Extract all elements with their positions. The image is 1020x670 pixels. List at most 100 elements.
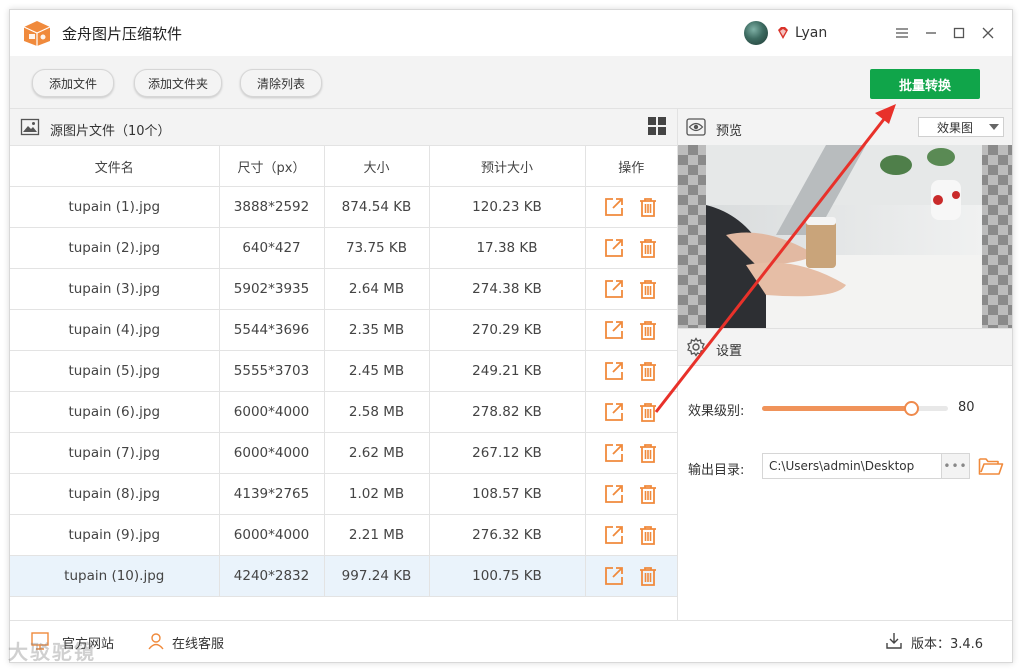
table-header-row: 文件名 尺寸（px） 大小 预计大小 操作 xyxy=(10,145,677,187)
slider-thumb[interactable] xyxy=(903,401,919,416)
minimize-icon[interactable] xyxy=(920,22,942,44)
table-row[interactable]: tupain (9).jpg 6000*4000 2.21 MB 276.32 KB xyxy=(10,514,677,556)
view-mode-select[interactable]: 效果图 xyxy=(918,117,1004,137)
open-external-icon[interactable] xyxy=(603,483,625,505)
open-external-icon[interactable] xyxy=(603,278,625,300)
trash-icon[interactable] xyxy=(637,319,659,341)
menu-icon[interactable] xyxy=(891,22,913,44)
settings-header: 设置 xyxy=(678,328,1012,366)
folder-icon[interactable] xyxy=(978,455,1004,477)
column-header-estimated-size: 预计大小 xyxy=(428,145,586,187)
eye-icon xyxy=(686,118,706,136)
table-row[interactable]: tupain (6).jpg 6000*4000 2.58 MB 278.82 KB xyxy=(10,391,677,433)
file-list-panel: 源图片文件（10个） 文件名 尺寸（px） 大小 预计大小 操作 tupain … xyxy=(10,109,678,620)
actions-cell xyxy=(584,227,677,269)
slider-fill xyxy=(762,406,911,411)
effect-level-slider[interactable] xyxy=(762,401,948,416)
table-row[interactable]: tupain (2).jpg 640*427 73.75 KB 17.38 KB xyxy=(10,227,677,269)
actions-cell xyxy=(584,186,677,228)
trash-icon[interactable] xyxy=(637,442,659,464)
table-row[interactable]: tupain (1).jpg 3888*2592 874.54 KB 120.23 K… xyxy=(10,186,677,228)
column-header-actions: 操作 xyxy=(584,145,677,187)
size-cell: 2.45 MB xyxy=(323,350,430,392)
table-row[interactable]: tupain (4).jpg 5544*3696 2.35 MB 270.29 KB xyxy=(10,309,677,351)
trash-icon[interactable] xyxy=(637,237,659,259)
actions-cell xyxy=(584,309,677,351)
vip-diamond-icon xyxy=(778,27,788,39)
open-external-icon[interactable] xyxy=(603,401,625,423)
table-row[interactable]: tupain (8).jpg 4139*2765 1.02 MB 108.57 KB xyxy=(10,473,677,515)
size-cell: 2.64 MB xyxy=(323,268,430,310)
trash-icon[interactable] xyxy=(637,196,659,218)
actions-cell xyxy=(584,555,677,597)
dimensions-cell: 5555*3703 xyxy=(218,350,325,392)
file-name-cell: tupain (10).jpg xyxy=(10,555,220,597)
trash-icon[interactable] xyxy=(637,278,659,300)
trash-icon[interactable] xyxy=(637,401,659,423)
estimated-size-cell: 120.23 KB xyxy=(428,186,586,228)
column-header-filename: 文件名 xyxy=(10,145,220,187)
size-cell: 2.62 MB xyxy=(323,432,430,474)
actions-cell xyxy=(584,350,677,392)
estimated-size-cell: 17.38 KB xyxy=(428,227,586,269)
table-row[interactable]: tupain (7).jpg 6000*4000 2.62 MB 267.12 KB xyxy=(10,432,677,474)
dimensions-cell: 6000*4000 xyxy=(218,391,325,433)
preview-title: 预览 xyxy=(716,124,743,139)
dimensions-cell: 640*427 xyxy=(218,227,325,269)
actions-cell xyxy=(584,432,677,474)
output-dir-input[interactable]: C:\Users\admin\Desktop xyxy=(762,453,942,479)
batch-convert-button[interactable]: 批量转换 xyxy=(870,69,980,99)
preview-header: 预览 效果图 xyxy=(678,109,1012,146)
file-table: 文件名 尺寸（px） 大小 预计大小 操作 tupain (1).jpg 3888… xyxy=(10,145,677,597)
trash-icon[interactable] xyxy=(637,483,659,505)
right-panel: 预览 效果图 设置 效果级别: 80 输出目录: C:\Users\admin\… xyxy=(678,109,1012,620)
online-support-link[interactable]: 在线客服 xyxy=(172,633,224,652)
table-row[interactable]: tupain (5).jpg 5555*3703 2.45 MB 249.21 KB xyxy=(10,350,677,392)
table-row[interactable]: tupain (3).jpg 5902*3935 2.64 MB 274.38 KB xyxy=(10,268,677,310)
maximize-icon[interactable] xyxy=(948,22,970,44)
dimensions-cell: 5902*3935 xyxy=(218,268,325,310)
file-name-cell: tupain (9).jpg xyxy=(10,514,220,556)
file-name-cell: tupain (8).jpg xyxy=(10,473,220,515)
close-icon[interactable] xyxy=(977,22,999,44)
watermark: 大驳驼镜 xyxy=(8,640,96,664)
clear-list-button[interactable]: 清除列表 xyxy=(240,69,322,97)
status-bar: 官方网站 在线客服 版本：3.4.6 xyxy=(10,620,1012,662)
estimated-size-cell: 100.75 KB xyxy=(428,555,586,597)
size-cell: 2.35 MB xyxy=(323,309,430,351)
size-cell: 2.21 MB xyxy=(323,514,430,556)
dimensions-cell: 3888*2592 xyxy=(218,186,325,228)
open-external-icon[interactable] xyxy=(603,442,625,464)
browse-more-button[interactable]: ••• xyxy=(942,453,970,479)
avatar[interactable] xyxy=(744,21,768,45)
settings-title: 设置 xyxy=(716,344,743,359)
size-cell: 73.75 KB xyxy=(323,227,430,269)
open-external-icon[interactable] xyxy=(603,524,625,546)
open-external-icon[interactable] xyxy=(603,565,625,587)
table-row[interactable]: tupain (10).jpg 4240*2832 997.24 KB 100.75 … xyxy=(10,555,677,597)
trash-icon[interactable] xyxy=(637,524,659,546)
column-header-size: 大小 xyxy=(323,145,430,187)
trash-icon[interactable] xyxy=(637,360,659,382)
customer-service-icon xyxy=(148,633,164,650)
estimated-size-cell: 267.12 KB xyxy=(428,432,586,474)
open-external-icon[interactable] xyxy=(603,237,625,259)
grid-view-icon[interactable] xyxy=(647,116,667,136)
column-header-dimensions: 尺寸（px） xyxy=(218,145,325,187)
size-cell: 1.02 MB xyxy=(323,473,430,515)
trash-icon[interactable] xyxy=(637,565,659,587)
add-folder-button[interactable]: 添加文件夹 xyxy=(134,69,222,97)
effect-level-value: 80 xyxy=(958,400,975,415)
estimated-size-cell: 276.32 KB xyxy=(428,514,586,556)
download-icon xyxy=(886,633,902,649)
file-name-cell: tupain (2).jpg xyxy=(10,227,220,269)
open-external-icon[interactable] xyxy=(603,196,625,218)
username[interactable]: Lyan xyxy=(795,25,827,41)
title-bar: 金舟图片压缩软件 Lyan xyxy=(10,10,1012,56)
estimated-size-cell: 270.29 KB xyxy=(428,309,586,351)
open-external-icon[interactable] xyxy=(603,360,625,382)
open-external-icon[interactable] xyxy=(603,319,625,341)
file-name-cell: tupain (1).jpg xyxy=(10,186,220,228)
gear-icon xyxy=(687,337,705,357)
add-file-button[interactable]: 添加文件 xyxy=(32,69,114,97)
